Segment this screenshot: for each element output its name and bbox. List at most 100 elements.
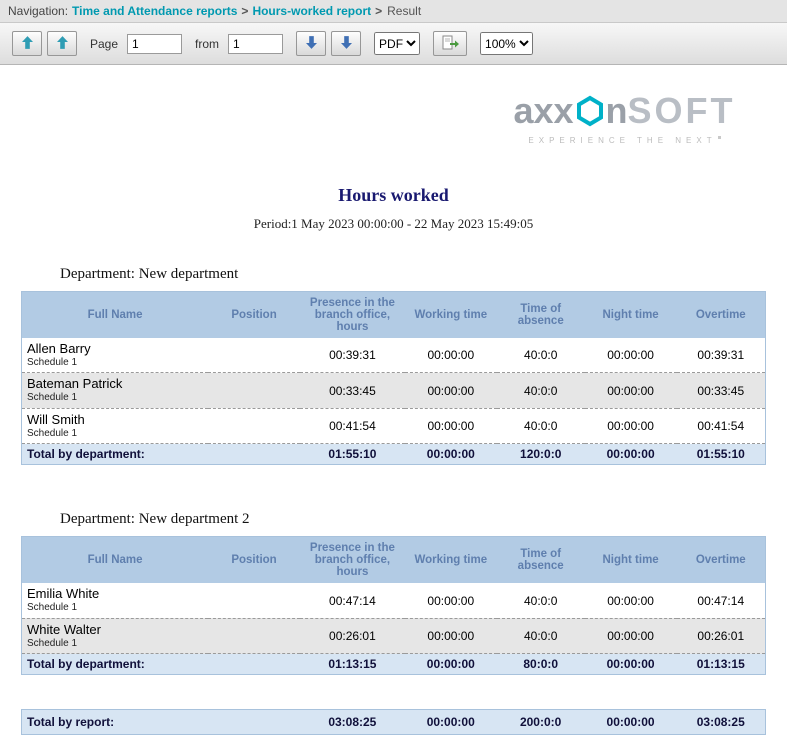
col-header-position: Position <box>208 292 300 339</box>
presence-cell: 00:33:45 <box>300 373 405 408</box>
arrow-up-icon <box>22 36 33 52</box>
col-header-night-time: Night time <box>585 537 677 584</box>
absence-cell: 40:0:0 <box>497 338 585 373</box>
night-time-cell: 00:00:00 <box>585 618 677 653</box>
working-time-cell: 00:00:00 <box>405 583 497 618</box>
night-time-cell: 00:00:00 <box>585 338 677 373</box>
employee-schedule: Schedule 1 <box>27 428 202 440</box>
position-cell <box>208 583 300 618</box>
total-pages-input[interactable] <box>228 34 283 54</box>
total-working-time: 00:00:00 <box>405 654 497 675</box>
absence-cell: 40:0:0 <box>497 373 585 408</box>
report-total-presence: 03:08:25 <box>300 710 405 735</box>
export-button[interactable] <box>433 31 467 56</box>
full-name-cell: Allen Barry Schedule 1 <box>22 338 209 373</box>
breadcrumb: Navigation: Time and Attendance reports … <box>0 0 787 23</box>
full-name-cell: Emilia White Schedule 1 <box>22 583 209 618</box>
last-page-button[interactable] <box>331 31 361 56</box>
next-page-button[interactable] <box>296 31 326 56</box>
employee-name: Emilia White <box>27 587 202 602</box>
table-row: Emilia White Schedule 1 00:47:14 00:00:0… <box>22 583 766 618</box>
breadcrumb-link-time-attendance[interactable]: Time and Attendance reports <box>72 4 237 18</box>
col-header-presence: Presence in the branch office, hours <box>300 292 405 339</box>
report-total-night-time: 00:00:00 <box>585 710 677 735</box>
arrow-down-icon <box>306 36 317 52</box>
export-icon <box>442 35 459 53</box>
breadcrumb-label: Navigation: <box>8 4 68 18</box>
department-total-row: Total by department: 01:55:10 00:00:00 1… <box>22 444 766 465</box>
report-total-absence: 200:0:0 <box>497 710 585 735</box>
hexagon-o-icon <box>575 95 605 127</box>
overtime-cell: 00:47:14 <box>677 583 766 618</box>
col-header-full-name: Full Name <box>22 292 209 339</box>
presence-cell: 00:26:01 <box>300 618 405 653</box>
total-overtime: 01:13:15 <box>677 654 766 675</box>
absence-cell: 40:0:0 <box>497 408 585 443</box>
report-title: Hours worked <box>0 185 787 206</box>
total-absence: 120:0:0 <box>497 444 585 465</box>
report-total-table: Total by report: 03:08:25 00:00:00 200:0… <box>21 709 766 735</box>
presence-cell: 00:41:54 <box>300 408 405 443</box>
overtime-cell: 00:26:01 <box>677 618 766 653</box>
department-total-row: Total by department: 01:13:15 00:00:00 8… <box>22 654 766 675</box>
employee-name: Allen Barry <box>27 342 202 357</box>
position-cell <box>208 408 300 443</box>
col-header-overtime: Overtime <box>677 292 766 339</box>
working-time-cell: 00:00:00 <box>405 618 497 653</box>
first-page-button[interactable] <box>12 31 42 56</box>
logo-text-axx: axx <box>513 93 573 129</box>
col-header-overtime: Overtime <box>677 537 766 584</box>
night-time-cell: 00:00:00 <box>585 408 677 443</box>
zoom-select[interactable]: 100% <box>480 32 533 55</box>
department-heading: Department: New department 2 <box>60 511 787 528</box>
employee-schedule: Schedule 1 <box>27 392 202 404</box>
col-header-night-time: Night time <box>585 292 677 339</box>
total-night-time: 00:00:00 <box>585 444 677 465</box>
breadcrumb-link-hours-worked[interactable]: Hours-worked report <box>252 4 371 18</box>
report-total-overtime: 03:08:25 <box>677 710 766 735</box>
report-period: Period:1 May 2023 00:00:00 - 22 May 2023… <box>0 216 787 232</box>
employee-name: Will Smith <box>27 413 202 428</box>
full-name-cell: Bateman Patrick Schedule 1 <box>22 373 209 408</box>
overtime-cell: 00:33:45 <box>677 373 766 408</box>
employee-schedule: Schedule 1 <box>27 602 202 614</box>
presence-cell: 00:47:14 <box>300 583 405 618</box>
table-row: White Walter Schedule 1 00:26:01 00:00:0… <box>22 618 766 653</box>
total-presence: 01:13:15 <box>300 654 405 675</box>
department-section-1: Department: New department Full Name Pos… <box>0 266 787 465</box>
full-name-cell: White Walter Schedule 1 <box>22 618 209 653</box>
night-time-cell: 00:00:00 <box>585 583 677 618</box>
report-toolbar: Page from PDF 100% <box>0 23 787 65</box>
position-cell <box>208 338 300 373</box>
table-row: Bateman Patrick Schedule 1 00:33:45 00:0… <box>22 373 766 408</box>
breadcrumb-separator: > <box>375 4 382 18</box>
export-format-select[interactable]: PDF <box>374 32 420 55</box>
prev-page-button[interactable] <box>47 31 77 56</box>
department-table-1: Full Name Position Presence in the branc… <box>21 291 766 465</box>
col-header-time-of-absence: Time of absence <box>497 537 585 584</box>
absence-cell: 40:0:0 <box>497 618 585 653</box>
employee-name: Bateman Patrick <box>27 377 202 392</box>
col-header-working-time: Working time <box>405 537 497 584</box>
working-time-cell: 00:00:00 <box>405 338 497 373</box>
report-total-label: Total by report: <box>22 710 300 735</box>
overtime-cell: 00:41:54 <box>677 408 766 443</box>
total-label: Total by department: <box>22 654 300 675</box>
department-table-2: Full Name Position Presence in the branc… <box>21 536 766 675</box>
logo-text-n: n <box>606 93 628 129</box>
total-absence: 80:0:0 <box>497 654 585 675</box>
table-header-row: Full Name Position Presence in the branc… <box>22 537 766 584</box>
total-label: Total by department: <box>22 444 301 465</box>
table-row: Will Smith Schedule 1 00:41:54 00:00:00 … <box>22 408 766 443</box>
full-name-cell: Will Smith Schedule 1 <box>22 408 209 443</box>
employee-name: White Walter <box>27 623 202 638</box>
col-header-presence: Presence in the branch office, hours <box>300 537 405 584</box>
position-cell <box>208 373 300 408</box>
logo-tagline: EXPERIENCE THE NEXT <box>507 136 742 145</box>
col-header-position: Position <box>208 537 300 584</box>
page-input[interactable] <box>127 34 182 54</box>
arrow-down-icon <box>341 36 352 52</box>
trademark-dot-icon <box>718 136 721 139</box>
logo-text-soft: SOFT <box>628 93 736 129</box>
employee-schedule: Schedule 1 <box>27 357 202 369</box>
